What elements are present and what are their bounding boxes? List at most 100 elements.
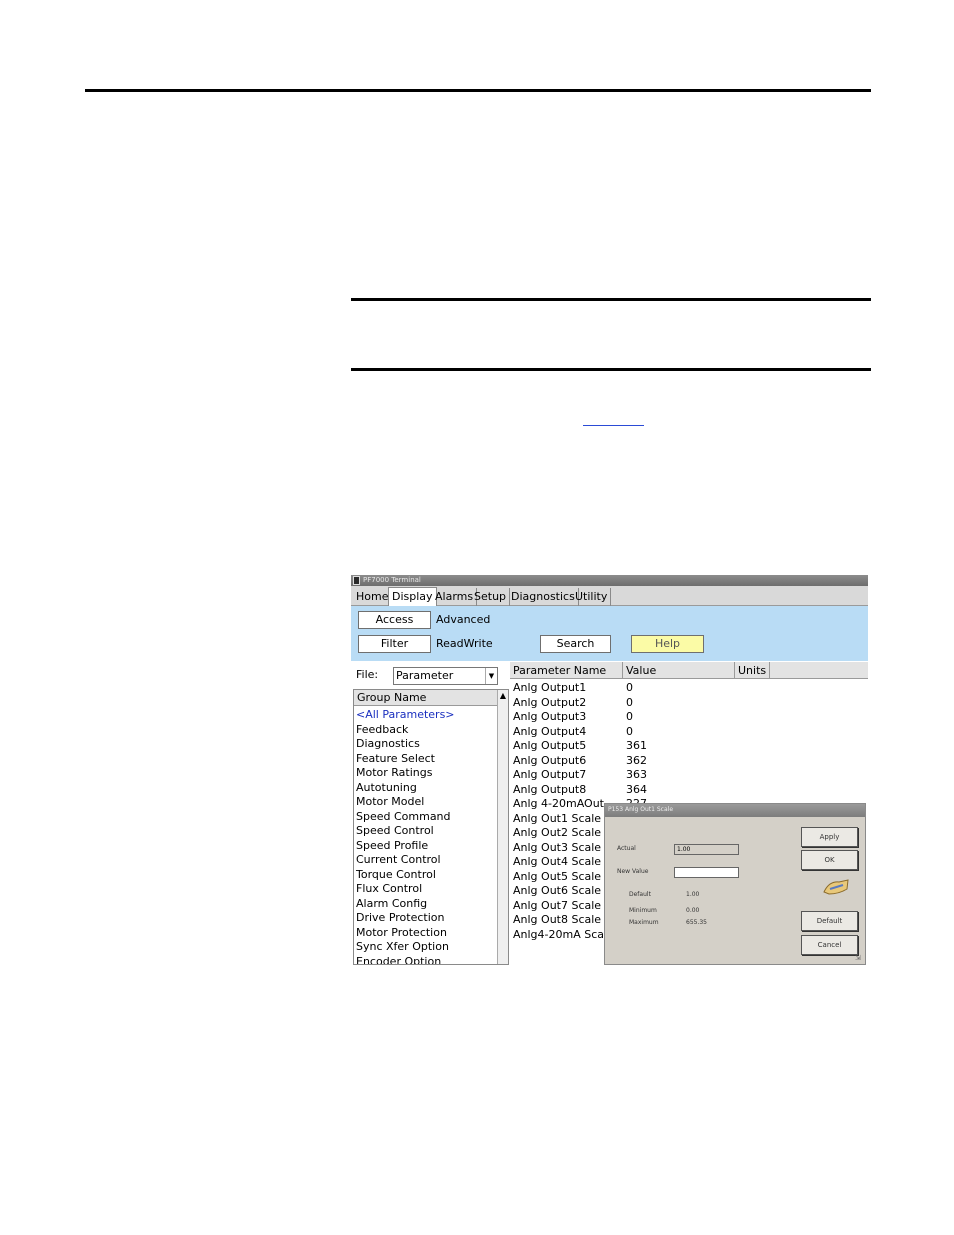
- group-item[interactable]: Speed Command: [356, 810, 496, 825]
- column-header-value[interactable]: Value: [623, 662, 735, 679]
- parameter-name: Anlg Output4: [513, 724, 587, 738]
- parameter-name: Anlg Output6: [513, 753, 587, 767]
- group-item[interactable]: Feedback: [356, 723, 496, 738]
- parameter-name: Anlg 4-20mAOut: [513, 797, 604, 810]
- tab-diagnostics[interactable]: Diagnostics: [508, 588, 579, 606]
- parameter-edit-dialog: P153 Anlg Out1 Scale Actual 1.00 New Val…: [604, 803, 866, 965]
- parameter-value: 363: [626, 768, 647, 781]
- group-list: <All Parameters> Feedback Diagnostics Featu…: [356, 708, 496, 965]
- group-item[interactable]: Feature Select: [356, 752, 496, 767]
- resize-grip-icon[interactable]: ⇲: [855, 954, 863, 962]
- parameter-value: 362: [626, 753, 647, 767]
- parameter-name: Anlg4-20mA Scale: [513, 927, 614, 941]
- file-select-value: Parameter: [396, 669, 454, 682]
- default-label: Default: [629, 891, 651, 898]
- group-item[interactable]: Speed Control: [356, 824, 496, 839]
- note-top-rule: [351, 298, 871, 301]
- parameter-name: Anlg Output3: [513, 710, 587, 723]
- table-row[interactable]: Anlg Output5 361: [510, 739, 868, 754]
- minimum-value: 0.00: [686, 907, 700, 914]
- table-row[interactable]: Anlg Output8 364: [510, 783, 868, 798]
- actual-label: Actual: [617, 845, 636, 852]
- maximum-label: Maximum: [629, 919, 659, 926]
- group-item[interactable]: Speed Profile: [356, 839, 496, 854]
- header-rule: [85, 89, 871, 92]
- group-item[interactable]: Diagnostics: [356, 737, 496, 752]
- toolbar: Access Advanced Filter ReadWrite Search …: [351, 606, 868, 661]
- parameter-name: Anlg Output7: [513, 768, 587, 781]
- table-row[interactable]: Anlg Output7 363: [510, 768, 868, 783]
- parameter-name: Anlg Out4 Scale: [513, 855, 602, 868]
- dialog-title-bar: P153 Anlg Out1 Scale: [605, 804, 865, 817]
- column-header-parameter-name[interactable]: Parameter Name: [510, 662, 623, 679]
- group-item[interactable]: Drive Protection: [356, 911, 496, 926]
- cancel-button[interactable]: Cancel: [801, 935, 858, 955]
- group-item[interactable]: Flux Control: [356, 882, 496, 897]
- ok-button[interactable]: OK: [801, 850, 858, 870]
- group-item[interactable]: Current Control: [356, 853, 496, 868]
- table-row[interactable]: Anlg Output2 0: [510, 696, 868, 711]
- parameter-name: Anlg Output8: [513, 782, 587, 796]
- group-scrollbar[interactable]: ▲: [497, 690, 508, 964]
- parameter-name: Anlg Out1 Scale: [513, 811, 602, 825]
- parameter-name: Anlg Output2: [513, 695, 587, 709]
- note-bottom-rule: [351, 368, 871, 371]
- group-item[interactable]: Motor Model: [356, 795, 496, 810]
- column-header-units[interactable]: Units: [735, 662, 770, 679]
- cross-reference-link[interactable]: [583, 425, 644, 426]
- tab-setup[interactable]: Setup: [471, 588, 511, 606]
- parameter-value: 0: [626, 724, 633, 738]
- parameter-name: Anlg Out8 Scale: [513, 913, 602, 926]
- new-value-input[interactable]: [674, 867, 739, 878]
- app-icon: [353, 576, 360, 585]
- default-button[interactable]: Default: [801, 911, 858, 931]
- filter-value: ReadWrite: [436, 637, 493, 650]
- parameter-table-header: Parameter Name Value Units: [510, 662, 868, 679]
- table-row[interactable]: Anlg Output4 0: [510, 725, 868, 740]
- help-button[interactable]: Help: [631, 635, 704, 653]
- dropdown-arrow-icon[interactable]: ▼: [485, 668, 497, 684]
- file-select[interactable]: Parameter ▼: [393, 667, 498, 685]
- table-row[interactable]: Anlg Output6 362: [510, 754, 868, 769]
- group-item[interactable]: Motor Ratings: [356, 766, 496, 781]
- filter-button[interactable]: Filter: [358, 635, 431, 653]
- group-name-header: Group Name: [354, 690, 498, 706]
- search-button[interactable]: Search: [540, 635, 611, 653]
- tab-utility[interactable]: Utility: [572, 588, 612, 606]
- group-item[interactable]: <All Parameters>: [356, 708, 496, 723]
- actual-field: 1.00: [674, 844, 739, 855]
- default-value: 1.00: [686, 891, 700, 898]
- parameter-value: 0: [626, 695, 633, 709]
- new-value-label: New Value: [617, 868, 649, 875]
- group-item[interactable]: Encoder Option: [356, 955, 496, 965]
- group-item[interactable]: Autotuning: [356, 781, 496, 796]
- parameter-name: Anlg Output5: [513, 739, 587, 752]
- minimum-label: Minimum: [629, 907, 657, 914]
- parameter-value: 0: [626, 710, 633, 723]
- tab-home[interactable]: Home: [353, 588, 393, 606]
- dialog-title: P153 Anlg Out1 Scale: [608, 806, 674, 813]
- table-row[interactable]: Anlg Output1 0: [510, 681, 868, 696]
- group-item[interactable]: Torque Control: [356, 868, 496, 883]
- access-button[interactable]: Access: [358, 611, 431, 629]
- parameter-name: Anlg Output1: [513, 681, 587, 694]
- tab-bar: Home Display Alarms Setup Diagnostics Ut…: [351, 586, 868, 607]
- parameter-name: Anlg Out5 Scale: [513, 869, 602, 883]
- scroll-up-icon[interactable]: ▲: [499, 691, 507, 701]
- maximum-value: 655.35: [686, 919, 707, 926]
- access-level: Advanced: [436, 613, 491, 626]
- parameter-value: 361: [626, 739, 647, 752]
- group-item[interactable]: Motor Protection: [356, 926, 496, 941]
- group-item[interactable]: Alarm Config: [356, 897, 496, 912]
- table-row[interactable]: Anlg Output3 0: [510, 710, 868, 725]
- tab-display[interactable]: Display: [388, 587, 437, 607]
- group-item[interactable]: Sync Xfer Option: [356, 940, 496, 955]
- parameter-name: Anlg Out7 Scale: [513, 898, 602, 912]
- apply-button[interactable]: Apply: [801, 827, 858, 847]
- parameter-value: 364: [626, 782, 647, 796]
- parameter-value: 0: [626, 681, 633, 694]
- parameter-name: Anlg Out2 Scale: [513, 826, 602, 839]
- file-label: File:: [356, 668, 379, 681]
- window-title: PF7000 Terminal: [363, 576, 421, 584]
- drive-terminal-screenshot: PF7000 Terminal Home Display Alarms Setu…: [351, 575, 868, 965]
